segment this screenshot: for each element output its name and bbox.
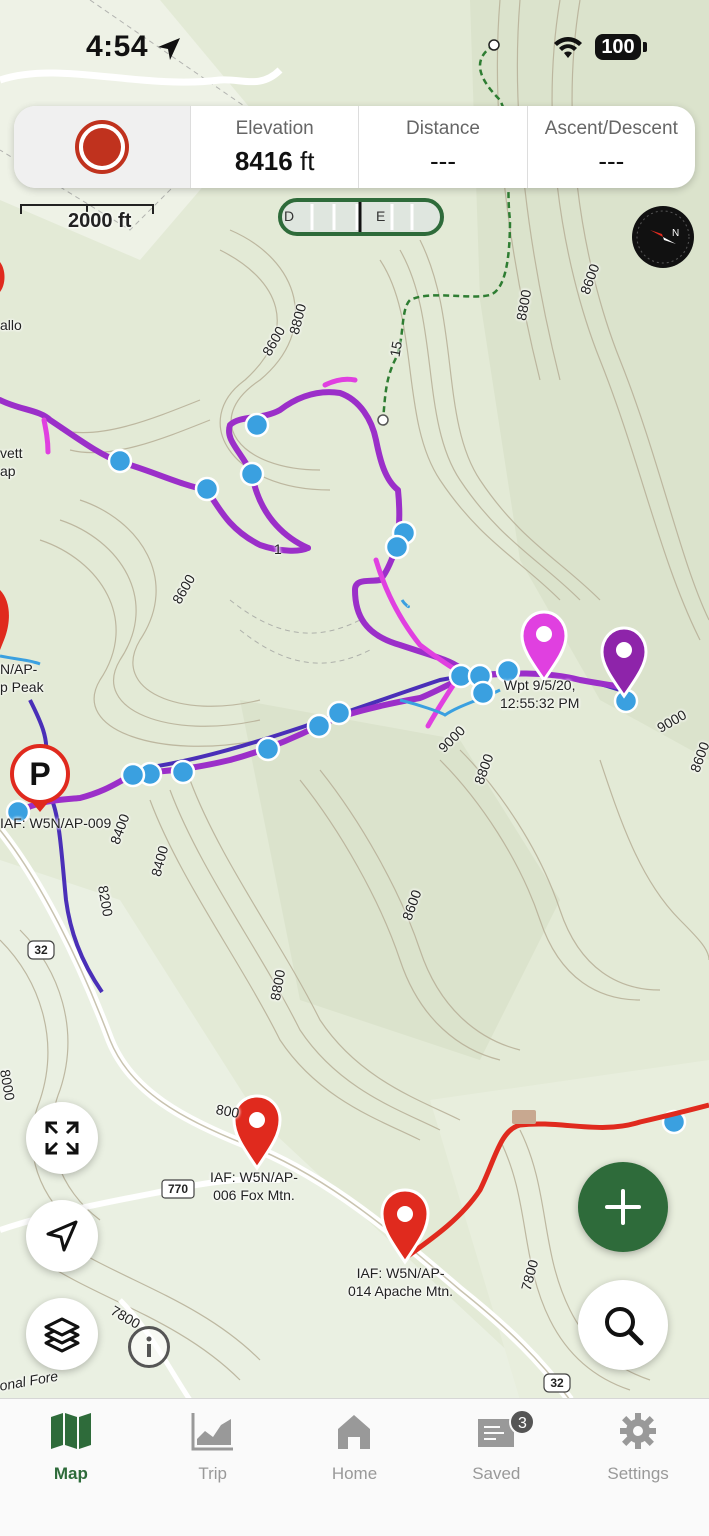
contour-label: 800 <box>214 1101 241 1121</box>
svg-text:N: N <box>672 228 679 239</box>
status-bar: 4:54 100 <box>0 0 709 96</box>
tab-settings-label: Settings <box>607 1464 669 1483</box>
elevation-label: Elevation <box>235 118 314 139</box>
ascent-descent-stat: Ascent/Descent --- <box>528 106 695 188</box>
navigation-arrow-icon <box>46 1220 78 1252</box>
heading-strip[interactable]: D E <box>278 198 444 236</box>
fullscreen-button[interactable] <box>26 1102 98 1174</box>
waypoint-label: Wpt 9/5/20, 12:55:32 PM <box>500 677 580 711</box>
tab-trip[interactable]: Trip <box>142 1399 284 1536</box>
place-label: vett ap <box>0 445 23 479</box>
tab-bar: Map Trip Home 3 Saved Settings <box>0 1398 709 1536</box>
chart-icon <box>191 1413 233 1451</box>
home-icon <box>338 1415 371 1449</box>
layers-button[interactable] <box>26 1298 98 1370</box>
battery-indicator: 100 <box>595 34 641 60</box>
road-shield-32: 32 <box>550 1376 564 1390</box>
tab-map-label: Map <box>53 1464 88 1483</box>
add-button[interactable] <box>578 1162 668 1252</box>
tab-home-label: Home <box>331 1464 378 1483</box>
gear-icon <box>620 1413 657 1449</box>
distance-value: --- <box>430 146 456 176</box>
compass-button[interactable]: N <box>632 206 694 268</box>
distance-stat: Distance --- <box>359 106 528 188</box>
elevation-value: 8416 ft <box>191 146 358 177</box>
ascent-descent-value: --- <box>598 146 625 176</box>
place-label: allo <box>0 317 22 333</box>
scale-label: 2000 ft <box>68 210 132 232</box>
heading-mark-e: E <box>376 208 386 224</box>
elevation-unit: ft <box>299 146 315 176</box>
distance-label: Distance <box>406 118 480 139</box>
trip-stats-panel: Elevation 8416 ft Distance --- Ascent/De… <box>14 106 695 188</box>
elevation-stat: Elevation 8416 ft <box>191 106 360 188</box>
trail-number-label: 15 <box>386 339 406 359</box>
plus-icon <box>605 1189 641 1225</box>
map-icon <box>50 1413 91 1449</box>
layers-icon <box>44 1317 80 1353</box>
elevation-number: 8416 <box>234 146 293 176</box>
scale-bar: 2000 ft <box>20 200 154 232</box>
iaf-014-label: IAF: W5N/AP- 014 Apache Mtn. <box>348 1265 454 1299</box>
tab-saved[interactable]: 3 Saved <box>425 1399 567 1536</box>
tab-trip-label: Trip <box>198 1464 228 1483</box>
location-arrow-icon <box>158 38 180 60</box>
expand-icon <box>45 1121 79 1155</box>
info-button[interactable] <box>128 1326 170 1368</box>
tab-saved-label: Saved <box>472 1464 521 1483</box>
parking-label: P <box>29 756 51 792</box>
heading-ticks <box>310 202 414 232</box>
contour-label: 1 <box>274 541 282 557</box>
ascent-descent-label: Ascent/Descent <box>544 118 678 139</box>
status-time: 4:54 <box>86 30 149 63</box>
tab-settings[interactable]: Settings <box>567 1399 709 1536</box>
peak-label: N/AP- p Peak <box>0 661 44 695</box>
info-icon <box>146 1336 152 1357</box>
tab-map[interactable]: Map <box>0 1399 142 1536</box>
tab-home[interactable]: Home <box>284 1399 426 1536</box>
record-button[interactable] <box>75 120 129 174</box>
heading-mark-d: D <box>284 208 295 224</box>
locate-button[interactable] <box>26 1200 98 1272</box>
record-icon <box>83 128 121 166</box>
compass-icon: N <box>636 210 690 264</box>
iaf-006-label: IAF: W5N/AP- 006 Fox Mtn. <box>210 1169 298 1203</box>
iaf-009-label: IAF: W5N/AP-009 <box>0 815 112 831</box>
record-cell <box>14 106 191 188</box>
saved-badge: 3 <box>509 1409 536 1435</box>
search-icon <box>605 1307 644 1346</box>
road-shield-770: 770 <box>167 1182 189 1196</box>
battery-tip <box>643 42 647 52</box>
road-shield-32: 32 <box>34 943 48 957</box>
wifi-icon <box>554 37 582 58</box>
search-button[interactable] <box>578 1280 668 1370</box>
